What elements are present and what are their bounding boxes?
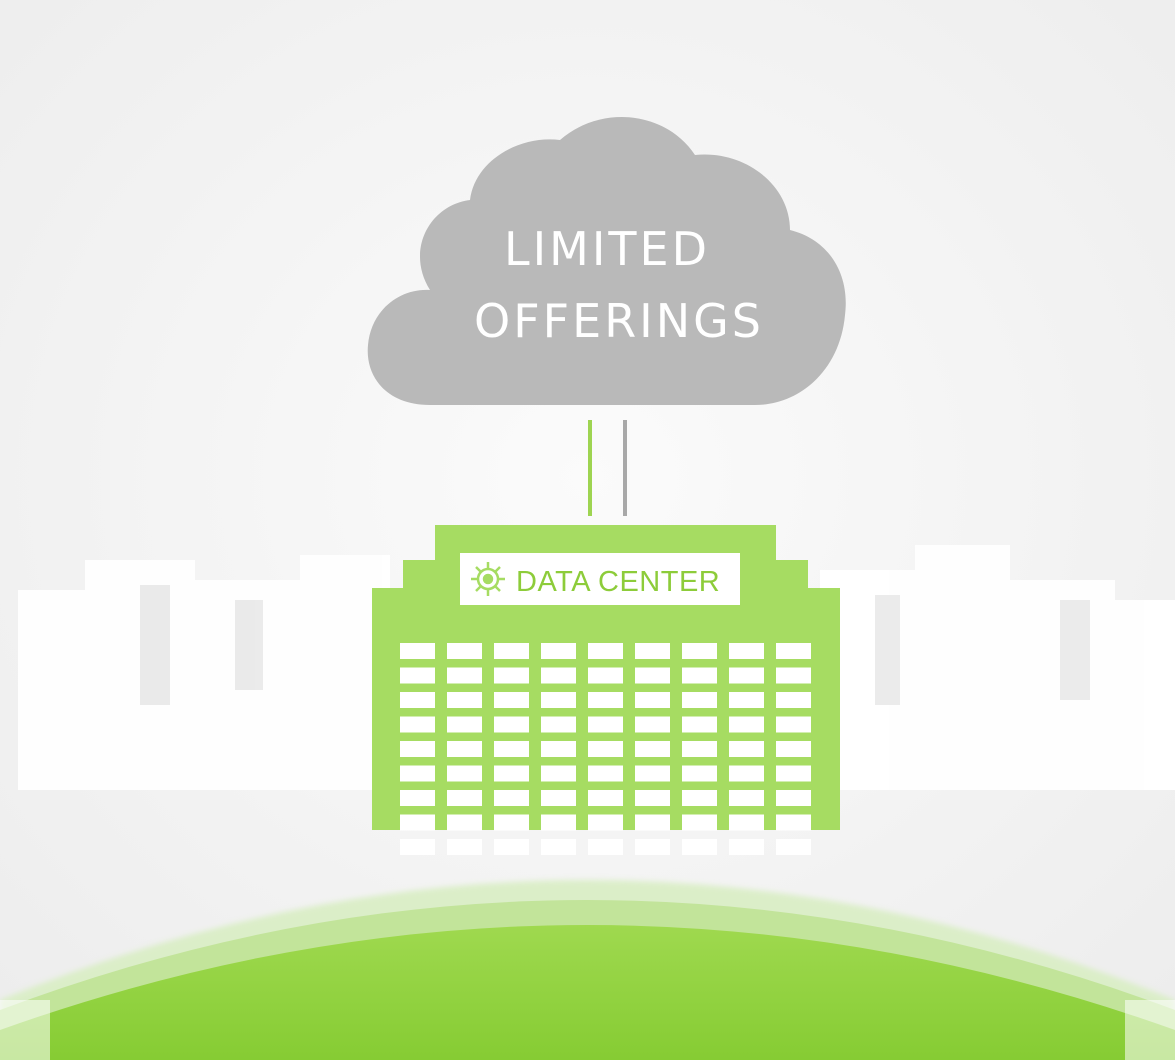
- building-window: [447, 716, 482, 733]
- building-window: [776, 716, 811, 733]
- building-window: [447, 839, 482, 855]
- building-window: [494, 790, 529, 806]
- building-window: [588, 643, 623, 659]
- connector-line-green: [588, 420, 592, 516]
- building-window: [682, 741, 717, 757]
- building-window: [635, 643, 670, 659]
- building-window: [447, 667, 482, 684]
- building-window: [588, 667, 623, 684]
- building-window: [635, 692, 670, 708]
- building-window: [776, 814, 811, 831]
- building-window: [776, 692, 811, 708]
- building-window: [494, 643, 529, 659]
- scene: LIMITED OFFERINGS DATA CENTER: [0, 0, 1175, 1060]
- building-window: [635, 790, 670, 806]
- building-window: [541, 790, 576, 806]
- building-window: [635, 839, 670, 855]
- connector-line-gray: [623, 420, 627, 516]
- building-window: [682, 643, 717, 659]
- building-window: [541, 741, 576, 757]
- building-window: [729, 667, 764, 684]
- building-window: [729, 814, 764, 831]
- building-window: [400, 790, 435, 806]
- building-windows: [400, 643, 811, 855]
- illustration: LIMITED OFFERINGS DATA CENTER: [0, 0, 1175, 1060]
- building-window: [494, 692, 529, 708]
- data-center-label: DATA CENTER: [516, 566, 720, 598]
- cloud-line-1: LIMITED: [504, 222, 710, 276]
- left-edge-strip: [0, 1000, 50, 1060]
- building-window: [729, 692, 764, 708]
- building-window: [447, 790, 482, 806]
- building-window: [635, 765, 670, 782]
- building-window: [494, 716, 529, 733]
- building-window: [494, 667, 529, 684]
- cloud-line-2: OFFERINGS: [474, 294, 764, 348]
- building-window: [682, 790, 717, 806]
- building-window: [541, 716, 576, 733]
- building-window: [494, 765, 529, 782]
- building-window: [494, 741, 529, 757]
- building-window: [400, 741, 435, 757]
- building-window: [588, 716, 623, 733]
- building-window: [447, 741, 482, 757]
- building-window: [729, 765, 764, 782]
- building-window: [400, 716, 435, 733]
- building-window: [776, 839, 811, 855]
- building-window: [447, 814, 482, 831]
- right-edge-strip: [1125, 1000, 1175, 1060]
- building-window: [682, 839, 717, 855]
- building-window: [541, 765, 576, 782]
- building-window: [447, 765, 482, 782]
- building-window: [776, 741, 811, 757]
- building-window: [400, 643, 435, 659]
- building-window: [588, 692, 623, 708]
- building-window: [729, 839, 764, 855]
- building-window: [447, 643, 482, 659]
- building-window: [541, 839, 576, 855]
- building-window: [682, 814, 717, 831]
- building-window: [400, 765, 435, 782]
- building-window: [588, 839, 623, 855]
- building-window: [400, 839, 435, 855]
- building-window: [588, 741, 623, 757]
- building-window: [541, 643, 576, 659]
- building-window: [541, 814, 576, 831]
- building-window: [494, 839, 529, 855]
- building-window: [776, 790, 811, 806]
- building-window: [400, 667, 435, 684]
- building-window: [588, 814, 623, 831]
- building-window: [400, 814, 435, 831]
- building-window: [776, 643, 811, 659]
- building-window: [635, 667, 670, 684]
- building-window: [635, 716, 670, 733]
- building-window: [541, 667, 576, 684]
- building-window: [682, 765, 717, 782]
- building-window: [447, 692, 482, 708]
- building-window: [682, 716, 717, 733]
- building-window: [635, 814, 670, 831]
- building-window: [729, 741, 764, 757]
- data-center-building: DATA CENTER: [372, 525, 840, 855]
- building-window: [776, 765, 811, 782]
- building-window: [729, 790, 764, 806]
- building-window: [400, 692, 435, 708]
- building-window: [776, 667, 811, 684]
- building-window: [588, 765, 623, 782]
- building-window: [541, 692, 576, 708]
- building-window: [494, 814, 529, 831]
- building-window: [682, 692, 717, 708]
- building-window: [635, 741, 670, 757]
- building-window: [682, 667, 717, 684]
- building-window: [729, 643, 764, 659]
- building-window: [729, 716, 764, 733]
- gear-circuit-icon: [471, 562, 505, 596]
- building-window: [588, 790, 623, 806]
